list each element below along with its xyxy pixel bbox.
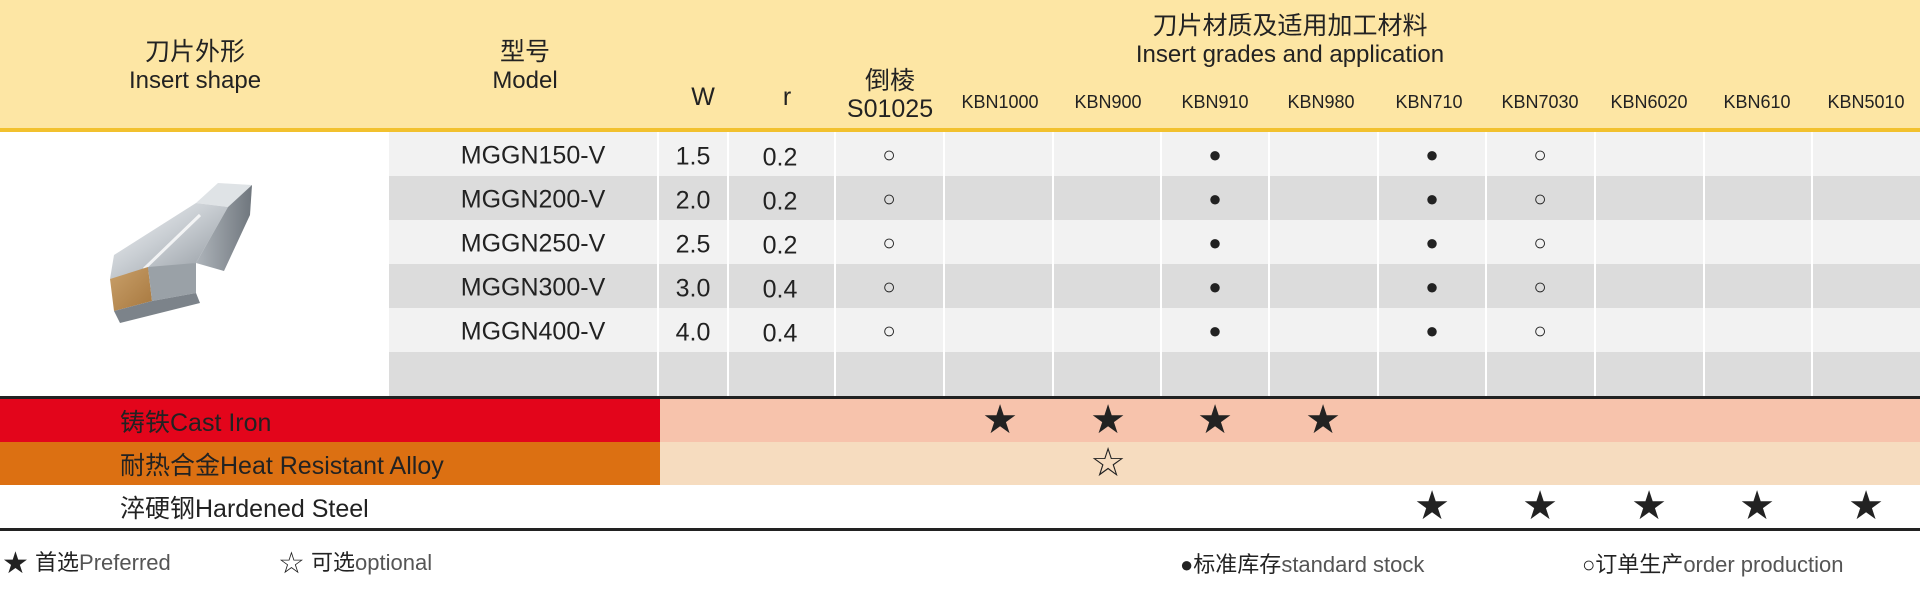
order-production-mark: ○: [1533, 318, 1547, 343]
grade-header: KBN6020: [1610, 92, 1688, 112]
grade-header: KBN610: [1723, 92, 1791, 112]
order-production-mark: ○: [1533, 274, 1547, 299]
legend-order-production: ○订单生产order production: [1582, 552, 1844, 577]
grade-header: KBN5010: [1827, 92, 1905, 112]
preferred-star: ★: [1631, 484, 1667, 528]
cast-iron-label: 铸铁Cast Iron: [0, 399, 660, 442]
grade-header: KBN710: [1395, 92, 1463, 112]
order-production-mark: ○: [882, 274, 896, 299]
standard-stock-mark: ●: [1425, 186, 1439, 211]
open-star-icon: ☆: [278, 547, 305, 580]
model-cell: MGGN300-V: [460, 273, 606, 302]
r-heading: r: [782, 83, 792, 111]
column-divider: [1811, 132, 1813, 396]
optional-star: ☆: [1090, 441, 1126, 485]
legend-preferred: ★ 首选Preferred: [2, 547, 171, 580]
order-production-mark: ○: [882, 318, 896, 343]
column-divider: [727, 132, 729, 396]
table-row: [389, 308, 1920, 352]
table-row: [389, 176, 1920, 220]
preferred-star: ★: [1522, 484, 1558, 528]
preferred-star: ★: [1305, 398, 1341, 442]
standard-stock-mark: ●: [1208, 142, 1222, 167]
column-divider: [1485, 132, 1487, 396]
chamfer-heading: 倒棱 S01025: [846, 67, 934, 123]
insert-image: [110, 183, 252, 323]
column-divider: [834, 132, 836, 396]
table-row: [389, 220, 1920, 264]
filled-circle-icon: ●: [1180, 552, 1194, 577]
order-production-mark: ○: [1533, 230, 1547, 255]
w-heading: W: [691, 83, 715, 111]
r-cell: 0.4: [762, 319, 798, 348]
standard-stock-mark: ●: [1425, 274, 1439, 299]
model-cell: MGGN150-V: [460, 141, 606, 170]
w-cell: 2.0: [675, 186, 711, 215]
preferred-star: ★: [1090, 398, 1126, 442]
w-cell: 1.5: [675, 142, 711, 171]
preferred-star: ★: [982, 398, 1018, 442]
w-cell: 3.0: [675, 274, 711, 303]
standard-stock-mark: ●: [1425, 318, 1439, 343]
model-cell: MGGN200-V: [460, 185, 606, 214]
r-cell: 0.2: [762, 143, 798, 172]
preferred-star: ★: [1848, 484, 1884, 528]
order-production-mark: ○: [882, 142, 896, 167]
preferred-star: ★: [1197, 398, 1233, 442]
grade-header: KBN7030: [1501, 92, 1579, 112]
table-row: [389, 132, 1920, 176]
table-row: [389, 352, 1920, 396]
column-divider: [943, 132, 945, 396]
filled-star-icon: ★: [2, 547, 29, 580]
grade-header: KBN980: [1287, 92, 1355, 112]
column-divider: [1160, 132, 1162, 396]
column-divider: [1377, 132, 1379, 396]
column-divider: [1052, 132, 1054, 396]
cast-iron-band: 铸铁Cast Iron: [0, 399, 1920, 442]
order-production-mark: ○: [882, 186, 896, 211]
r-cell: 0.2: [762, 187, 798, 216]
open-circle-icon: ○: [1582, 552, 1596, 577]
standard-stock-mark: ●: [1208, 274, 1222, 299]
insert-shape-heading: 刀片外形 Insert shape: [128, 38, 262, 94]
model-heading: 型号 Model: [492, 38, 558, 94]
order-production-mark: ○: [1533, 186, 1547, 211]
column-divider: [1594, 132, 1596, 396]
w-cell: 4.0: [675, 318, 711, 347]
standard-stock-mark: ●: [1208, 318, 1222, 343]
preferred-star: ★: [1414, 484, 1450, 528]
r-cell: 0.4: [762, 275, 798, 304]
r-cell: 0.2: [762, 231, 798, 260]
preferred-star: ★: [1739, 484, 1775, 528]
w-cell: 2.5: [675, 230, 711, 259]
legend-standard-stock: ●标准库存standard stock: [1180, 552, 1425, 577]
legend-optional: ☆ 可选optional: [278, 547, 433, 580]
order-production-mark: ○: [882, 230, 896, 255]
grades-heading: 刀片材质及适用加工材料 Insert grades and applicatio…: [1135, 12, 1445, 68]
grade-header: KBN1000: [961, 92, 1039, 112]
model-cell: MGGN250-V: [460, 229, 606, 258]
divider: [0, 528, 1920, 531]
grade-header: KBN910: [1181, 92, 1249, 112]
column-divider: [1703, 132, 1705, 396]
grade-header: KBN900: [1074, 92, 1142, 112]
column-divider: [1268, 132, 1270, 396]
model-cell: MGGN400-V: [460, 317, 606, 346]
heat-alloy-band: 耐热合金Heat Resistant Alloy: [0, 442, 1920, 485]
heat-alloy-label: 耐热合金Heat Resistant Alloy: [0, 442, 660, 485]
column-divider: [657, 132, 659, 396]
standard-stock-mark: ●: [1425, 230, 1439, 255]
standard-stock-mark: ●: [1208, 230, 1222, 255]
table-row: [389, 264, 1920, 308]
standard-stock-mark: ●: [1208, 186, 1222, 211]
order-production-mark: ○: [1533, 142, 1547, 167]
standard-stock-mark: ●: [1425, 142, 1439, 167]
